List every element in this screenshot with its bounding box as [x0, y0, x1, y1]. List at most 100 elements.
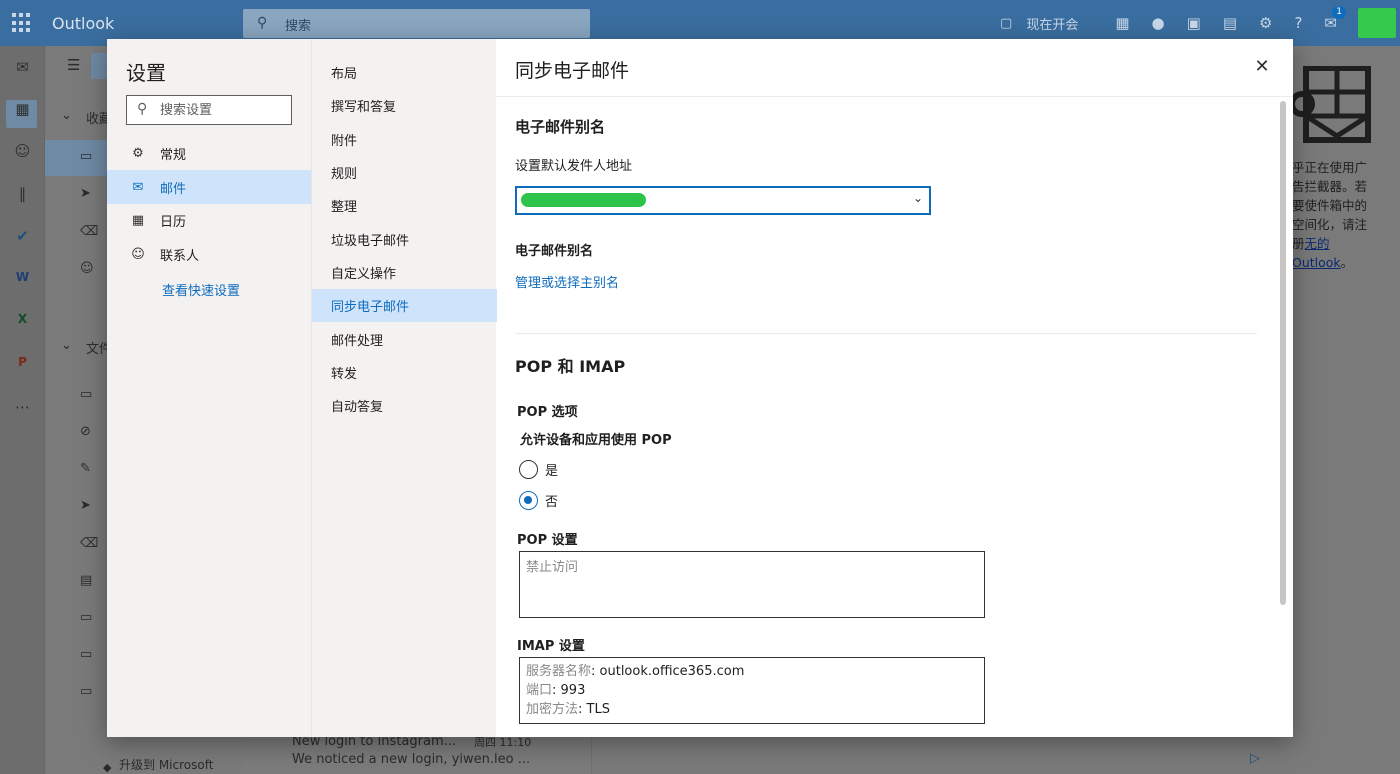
avatar[interactable] [1358, 8, 1396, 38]
inbox-icon[interactable]: ▭ [80, 149, 92, 164]
calendar-rail-icon[interactable]: ▦ [0, 100, 45, 118]
chevron-down-icon: ⌄ [912, 191, 923, 205]
radio-no-label: 否 [545, 495, 559, 510]
pane-title: 同步电子邮件 [515, 60, 630, 82]
radio-yes-label: 是 [545, 464, 559, 479]
subcategory-junk-email[interactable]: 垃圾电子邮件 [312, 223, 497, 256]
app-launcher-icon[interactable] [12, 13, 32, 33]
imap-port-row: 端口: 993 [526, 681, 978, 700]
settings-title: 设置 [126, 61, 166, 85]
subcategory-rules[interactable]: 规则 [312, 156, 497, 189]
subcategory-forwarding[interactable]: 转发 [312, 356, 497, 389]
calendar-task-icon[interactable]: ▤ [1223, 14, 1237, 32]
subcategory-sync-email[interactable]: 同步电子邮件 [312, 289, 497, 322]
chevron-down-icon-2[interactable]: ⌄ [61, 338, 72, 353]
pop-imap-heading: POP 和 IMAP [515, 357, 626, 376]
close-icon[interactable]: ✕ [1252, 57, 1272, 77]
default-sender-value-redacted [521, 193, 646, 207]
powerpoint-icon[interactable]: P [0, 355, 45, 369]
subcategory-customize-actions[interactable]: 自定义操作 [312, 256, 497, 289]
subcategory-layout[interactable]: 布局 [312, 56, 497, 89]
imap-encryption-label: 加密方法 [526, 702, 579, 717]
drafts-icon[interactable]: ✎ [80, 461, 91, 476]
settings-dialog: 设置 ⚲ ⚙ 常规 ✉ 邮件 ▦ 日历 ☺ 联系人 查看快速设置 布局 撰写和答… [107, 39, 1293, 737]
people-rail-icon[interactable]: ☺ [0, 142, 45, 160]
apps-grid-icon[interactable]: ▦ [1115, 14, 1129, 32]
category-people[interactable]: ☺ 联系人 [107, 237, 311, 271]
mail-rail-icon[interactable]: ✉ [0, 58, 45, 76]
imap-settings-box: 服务器名称: outlook.office365.com 端口: 993 加密方… [519, 657, 985, 724]
imap-encryption-row: 加密方法: TLS [526, 700, 978, 719]
global-search[interactable]: ⚲ 搜索 [243, 9, 590, 38]
archive-icon[interactable]: ▤ [80, 573, 92, 588]
subcategory-sweep[interactable]: 整理 [312, 189, 497, 222]
manage-aliases-link[interactable]: 管理或选择主别名 [515, 272, 619, 291]
settings-search-box[interactable]: ⚲ [126, 95, 292, 125]
help-icon[interactable]: ? [1294, 14, 1302, 32]
inbox-folder-icon[interactable]: ▭ [80, 387, 92, 402]
list-item[interactable]: New login to Instagram... 周四 11:10 We no… [292, 733, 582, 769]
ad-tail: 。 [1340, 255, 1354, 270]
skype-icon[interactable]: ● [1152, 14, 1165, 32]
imap-port-label: 端口 [526, 683, 553, 698]
radio-yes-circle[interactable] [519, 460, 538, 479]
settings-search-input[interactable] [160, 101, 285, 119]
ad-choices-icon[interactable]: ▷ [1250, 751, 1260, 766]
deleted-icon[interactable]: ⌫ [80, 536, 98, 551]
pop-settings-text: 禁止访问 [526, 560, 579, 575]
category-calendar[interactable]: ▦ 日历 [107, 203, 311, 237]
megaphone-icon[interactable]: ✉ 1 [1324, 6, 1346, 32]
more-apps-icon[interactable]: ⋯ [0, 398, 45, 416]
pop-radio-yes[interactable]: 是 [519, 460, 558, 479]
scrollbar[interactable] [1280, 101, 1286, 605]
folder-icon[interactable]: ▭ [80, 647, 92, 662]
mail-subcategories-pane: 布局 撰写和答复 附件 规则 整理 垃圾电子邮件 自定义操作 同步电子邮件 邮件… [311, 39, 497, 737]
subcategory-message-handling[interactable]: 邮件处理 [312, 323, 497, 356]
radio-no-circle[interactable] [519, 491, 538, 510]
gear-icon: ⚙ [132, 145, 144, 161]
video-icon: ▢ [1000, 15, 1013, 31]
pane-divider [496, 96, 1293, 97]
subcategory-compose-reply[interactable]: 撰写和答复 [312, 89, 497, 122]
hamburger-icon[interactable]: ☰ [67, 56, 80, 74]
aliases-subheading: 电子邮件别名 [515, 244, 594, 259]
global-search-placeholder: 搜索 [285, 19, 312, 34]
upgrade-text: 升级到 Microsoft 365，通过 Outlook 高级功能 [119, 758, 228, 774]
todo-rail-icon[interactable]: ✔ [0, 227, 45, 245]
attach-rail-icon[interactable]: ∥ [0, 185, 45, 203]
pop-radio-no[interactable]: 否 [519, 491, 558, 510]
view-quick-settings-link[interactable]: 查看快速设置 [162, 280, 240, 299]
category-mail[interactable]: ✉ 邮件 [107, 170, 311, 204]
notification-badge: 1 [1332, 6, 1346, 19]
allow-pop-label: 允许设备和应用使用 POP [520, 433, 672, 448]
junk-icon[interactable]: ⊘ [80, 424, 91, 439]
trash-icon[interactable]: ⌫ [80, 224, 98, 239]
word-icon[interactable]: W [0, 270, 45, 284]
category-general[interactable]: ⚙ 常规 [107, 136, 311, 170]
imap-encryption-value: : TLS [578, 702, 610, 717]
folder-icon-2[interactable]: ▭ [80, 684, 92, 699]
subcategory-attachments[interactable]: 附件 [312, 123, 497, 156]
excel-icon[interactable]: X [0, 312, 45, 326]
sent-icon[interactable]: ➤ [80, 186, 91, 201]
settings-gear-icon[interactable]: ⚙ [1259, 14, 1272, 32]
meet-now-button[interactable]: ▢ 现在开会 [1000, 14, 1078, 33]
sent-folder-icon[interactable]: ➤ [80, 498, 91, 513]
upgrade-promo[interactable]: ◆ 升级到 Microsoft 365，通过 Outlook 高级功能 [103, 758, 235, 774]
imap-server-value: : outlook.office365.com [591, 664, 745, 679]
search-icon: ⚲ [257, 15, 268, 31]
default-sender-select[interactable]: ⌄ [515, 186, 931, 215]
calendar-icon: ▦ [131, 212, 145, 228]
category-calendar-label: 日历 [160, 214, 187, 230]
chevron-down-icon[interactable]: ⌄ [61, 108, 72, 123]
notes-icon[interactable]: ▭ [80, 610, 92, 625]
group-icon[interactable]: ☺ [80, 261, 94, 276]
office-icon[interactable]: ▣ [1187, 14, 1201, 32]
diamond-icon: ◆ [103, 761, 112, 774]
ad-blocker-notice: 乎正在使用广告拦截器。若要使件箱中的空间化，请注册无的 Outlook。 [1292, 158, 1374, 272]
subcategory-automatic-replies[interactable]: 自动答复 [312, 389, 497, 422]
category-general-label: 常规 [160, 147, 187, 163]
message-snippet: We noticed a new login, yiwen.leo ... [292, 752, 531, 767]
settings-categories-pane: 设置 ⚲ ⚙ 常规 ✉ 邮件 ▦ 日历 ☺ 联系人 查看快速设置 [107, 39, 311, 737]
pop-settings-heading: POP 设置 [517, 533, 578, 548]
